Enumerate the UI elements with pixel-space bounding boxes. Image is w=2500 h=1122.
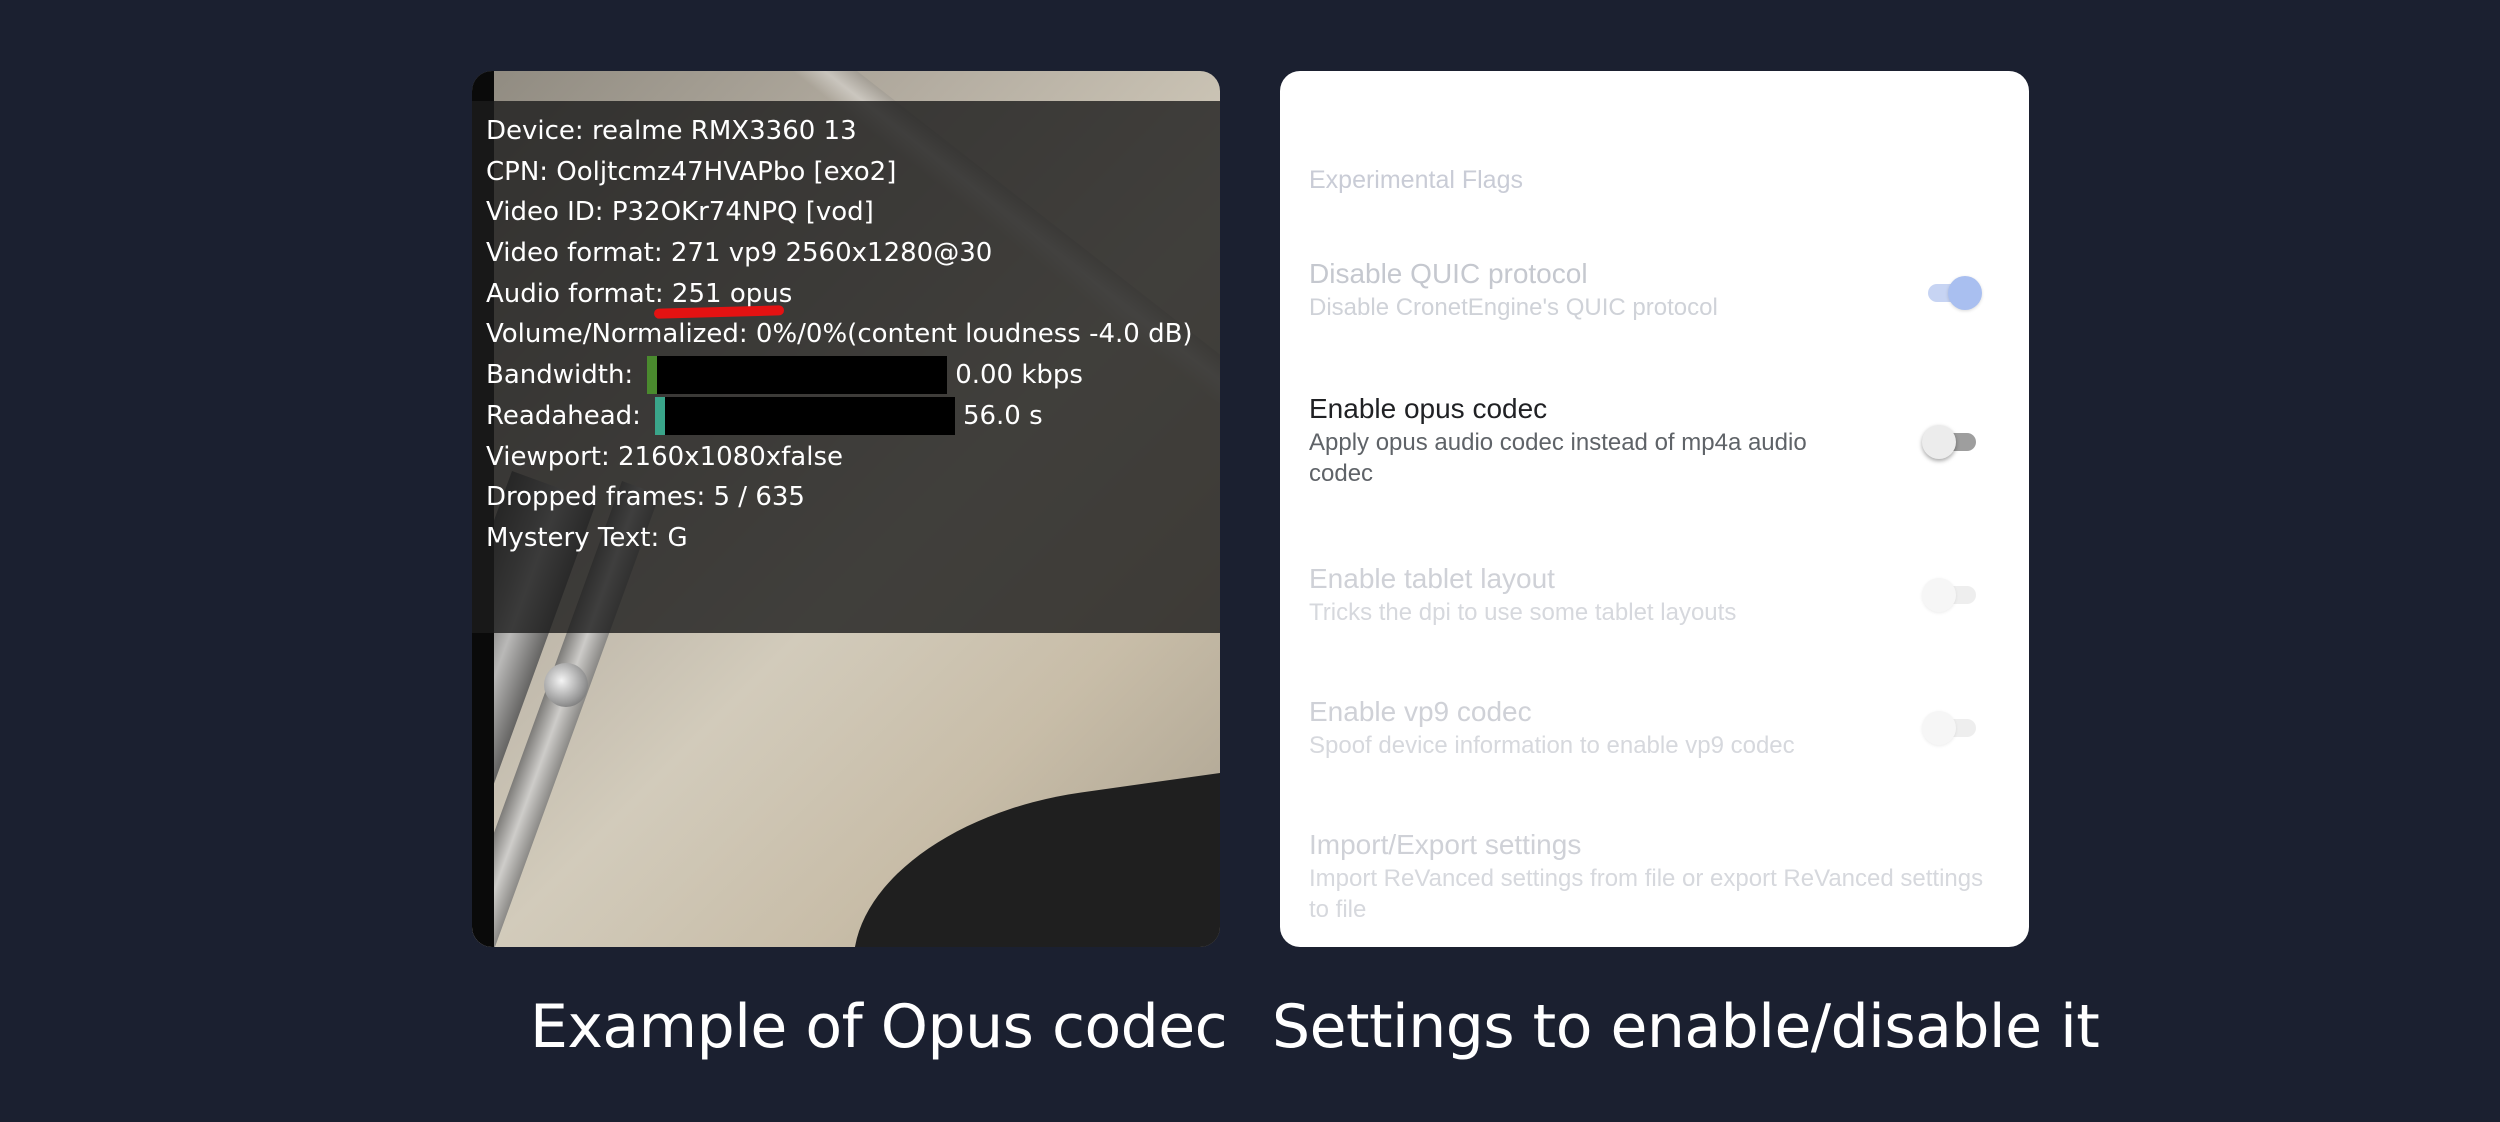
stat-audio-format-row: Audio format: 251 opus xyxy=(486,274,1193,319)
stat-readahead: Readahead: 56.0 s xyxy=(486,396,1193,437)
stat-video-id: Video ID: P32OKr74NPQ [vod] xyxy=(486,197,874,228)
caption-right: Settings to enable/disable it xyxy=(1272,992,2100,1062)
stat-viewport: Viewport: 2160x1080xfalse xyxy=(486,441,843,472)
stat-audio-format: Audio format: 251 opus xyxy=(486,278,793,309)
video-stats-panel: Device: realme RMX3360 13 CPN: Ooljtcmz4… xyxy=(472,71,1220,947)
readahead-meter-fill xyxy=(654,397,665,436)
video-frame-shadow xyxy=(833,757,1220,947)
bandwidth-label: Bandwidth: xyxy=(486,360,634,391)
setting-summary: Apply opus audio codec instead of mp4a a… xyxy=(1309,429,1807,487)
caption-left: Example of Opus codec xyxy=(530,992,1228,1062)
toggle-thumb xyxy=(1922,425,1956,459)
toggle-thumb xyxy=(1922,711,1956,745)
stat-bandwidth: Bandwidth: 0.00 kbps xyxy=(486,355,1193,396)
bandwidth-meter-fill xyxy=(647,356,658,395)
readahead-meter xyxy=(654,397,955,436)
video-frame-screw xyxy=(544,663,588,707)
stat-device: Device: realme RMX3360 13 xyxy=(486,116,857,146)
setting-title: Import/Export settings xyxy=(1309,829,1582,860)
stat-cpn: CPN: Ooljtcmz47HVAPbo [exo2] xyxy=(486,156,897,187)
setting-disable-quic[interactable]: Disable QUIC protocol Disable CronetEngi… xyxy=(1309,256,1929,323)
stat-dropped-frames: Dropped frames: 5 / 635 xyxy=(486,482,805,513)
toggle-enable-opus[interactable] xyxy=(1922,421,1982,461)
section-header-experimental: Experimental Flags xyxy=(1309,166,1523,194)
toggle-thumb xyxy=(1948,276,1982,310)
setting-summary: Tricks the dpi to use some tablet layout… xyxy=(1309,599,1737,626)
setting-title: Enable tablet layout xyxy=(1309,563,1555,594)
setting-enable-vp9[interactable]: Enable vp9 codec Spoof device informatio… xyxy=(1309,694,1929,761)
bandwidth-value: 0.00 kbps xyxy=(955,360,1083,391)
stat-video-format: Video format: 271 vp9 2560x1280@30 xyxy=(486,238,993,269)
setting-summary: Disable CronetEngine's QUIC protocol xyxy=(1309,294,1718,321)
setting-import-export[interactable]: Import/Export settings Import ReVanced s… xyxy=(1309,827,1983,925)
stat-mystery-text: Mystery Text: G xyxy=(486,522,688,553)
setting-title: Disable QUIC protocol xyxy=(1309,258,1588,289)
toggle-thumb xyxy=(1922,578,1956,612)
setting-summary: Import ReVanced settings from file or ex… xyxy=(1309,865,1984,923)
setting-title: Enable opus codec xyxy=(1309,393,1548,424)
setting-title: Enable vp9 codec xyxy=(1309,696,1532,727)
stat-volume: Volume/Normalized: 0%/0%(content loudnes… xyxy=(486,319,1193,350)
readahead-label: Readahead: xyxy=(486,400,641,431)
setting-summary: Spoof device information to enable vp9 c… xyxy=(1309,732,1795,759)
toggle-enable-tablet-layout[interactable] xyxy=(1922,574,1982,614)
bandwidth-meter xyxy=(647,356,948,395)
toggle-enable-vp9[interactable] xyxy=(1922,707,1982,747)
readahead-value: 56.0 s xyxy=(962,400,1043,431)
setting-enable-opus[interactable]: Enable opus codec Apply opus audio codec… xyxy=(1309,391,1929,489)
settings-panel: Experimental Flags Disable QUIC protocol… xyxy=(1280,71,2029,947)
toggle-disable-quic[interactable] xyxy=(1922,272,1982,312)
stats-text-block: Device: realme RMX3360 13 CPN: Ooljtcmz4… xyxy=(486,111,1193,559)
setting-enable-tablet-layout[interactable]: Enable tablet layout Tricks the dpi to u… xyxy=(1309,561,1929,628)
